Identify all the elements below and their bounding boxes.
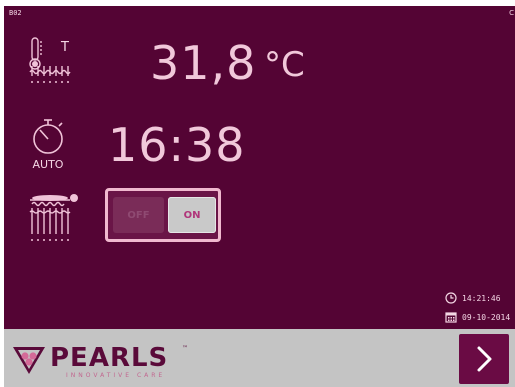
- status-date: 09-10-2014: [445, 310, 510, 324]
- mattress-heating-icon: [29, 194, 78, 241]
- stopwatch-icon: [33, 119, 63, 154]
- temperature-value: 31,8: [150, 36, 257, 90]
- chevron-right-icon: [477, 346, 492, 372]
- footer-bar: PEARLS ™ INNOVATIVE CARE: [4, 329, 515, 387]
- thermometer-icon: [29, 37, 71, 83]
- calendar-icon: [445, 312, 457, 323]
- device-screen: B02 C T 31,8 °C AUTO 16:38 OFF ON 14:21:…: [4, 6, 515, 329]
- brand-trademark: ™: [182, 345, 188, 352]
- screen-id: B02: [9, 9, 22, 17]
- date-value: 09-10-2014: [462, 312, 511, 322]
- brand-logo: PEARLS ™ INNOVATIVE CARE: [10, 339, 190, 379]
- next-button[interactable]: [459, 334, 509, 384]
- toggle-off-button[interactable]: OFF: [113, 197, 164, 233]
- clock-icon: [445, 292, 457, 304]
- status-clock: 14:21:46: [445, 291, 501, 305]
- temperature-icon-label: T: [61, 40, 69, 55]
- clock-value: 14:21:46: [462, 293, 501, 303]
- brand-name: PEARLS: [50, 343, 169, 373]
- corner-mark: C: [509, 9, 514, 17]
- brand-tagline: INNOVATIVE CARE: [66, 372, 166, 379]
- timer-mode-label: AUTO: [32, 158, 64, 171]
- temperature-unit: °C: [264, 45, 305, 85]
- mattress-heating-toggle[interactable]: OFF ON: [105, 188, 221, 242]
- pearls-logo-icon: [13, 347, 45, 374]
- timer-value: 16:38: [108, 118, 246, 172]
- toggle-on-button[interactable]: ON: [168, 197, 216, 233]
